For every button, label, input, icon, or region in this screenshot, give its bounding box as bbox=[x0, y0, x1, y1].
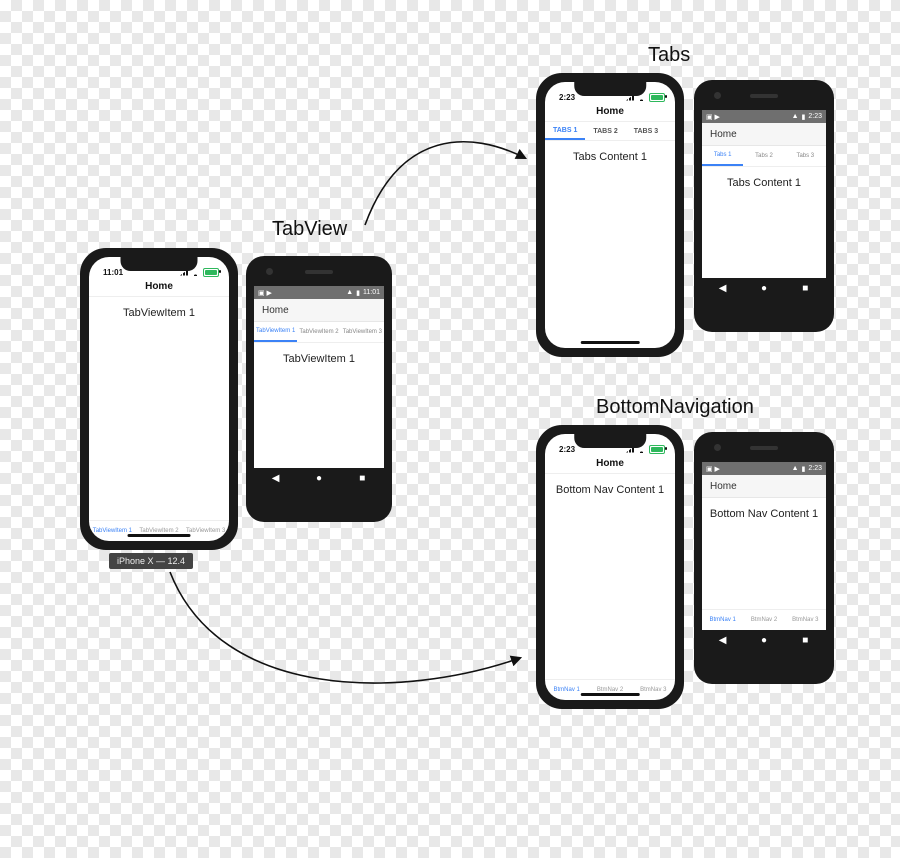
front-camera bbox=[714, 92, 721, 99]
bottomnav-content: Bottom Nav Content 1 bbox=[702, 498, 826, 609]
tab-item-2[interactable]: TabViewItem 2 bbox=[136, 521, 183, 541]
tab-item-2[interactable]: BtmNav 2 bbox=[588, 680, 631, 700]
battery-icon: ▮ bbox=[356, 289, 360, 297]
status-left: ▣ ▶ bbox=[258, 289, 272, 297]
battery-icon bbox=[649, 445, 665, 454]
iphone-bottomnav: 2:23 Home Bottom Nav Content 1 BtmNav 1 … bbox=[536, 425, 684, 709]
recent-button[interactable]: ■ bbox=[799, 635, 811, 646]
home-button[interactable]: ● bbox=[758, 635, 770, 646]
ios-time: 2:23 bbox=[559, 445, 575, 454]
tab-item-3[interactable]: BtmNav 3 bbox=[785, 610, 826, 630]
battery-icon: ▮ bbox=[802, 113, 806, 121]
tabs-android-tabs: Tabs 1 Tabs 2 Tabs 3 bbox=[702, 146, 826, 167]
android-tabview: ▣ ▶ ▲▮11:01 Home TabViewItem 1 TabViewIt… bbox=[246, 256, 392, 522]
bottomnav-content: Bottom Nav Content 1 bbox=[545, 474, 675, 679]
front-camera bbox=[714, 444, 721, 451]
arrow-to-bottomnav bbox=[170, 572, 520, 683]
tabview-android-tabs: TabViewItem 1 TabViewItem 2 TabViewItem … bbox=[254, 322, 384, 343]
tab-item-3[interactable]: Tabs 3 bbox=[785, 146, 826, 166]
back-button[interactable]: ◀ bbox=[717, 283, 729, 294]
recent-button[interactable]: ■ bbox=[356, 473, 368, 484]
iphone-tabs: 2:23 Home TABS 1 TABS 2 TABS 3 Tabs Cont… bbox=[536, 73, 684, 357]
tab-item-1[interactable]: TabViewItem 1 bbox=[254, 322, 297, 342]
android-statusbar: ▣ ▶ ▲▮11:01 bbox=[254, 286, 384, 299]
tab-item-1[interactable]: TABS 1 bbox=[545, 122, 585, 140]
tab-item-3[interactable]: BtmNav 3 bbox=[632, 680, 675, 700]
signal-icon: ▲ bbox=[346, 289, 353, 296]
earpiece bbox=[750, 94, 778, 98]
signal-icon: ▲ bbox=[792, 465, 799, 472]
section-label-tabview: TabView bbox=[272, 218, 347, 241]
ios-time: 2:23 bbox=[559, 93, 575, 102]
signal-icon: ▲ bbox=[792, 113, 799, 120]
bottomnav-ios-tabs: BtmNav 1 BtmNav 2 BtmNav 3 bbox=[545, 679, 675, 700]
android-time: 11:01 bbox=[363, 289, 380, 296]
notch bbox=[121, 257, 198, 271]
android-tabs: ▣ ▶ ▲▮2:23 Home Tabs 1 Tabs 2 Tabs 3 Tab… bbox=[694, 80, 834, 332]
ios-time: 11:01 bbox=[103, 268, 123, 277]
status-left: ▣ ▶ bbox=[706, 465, 720, 473]
tab-item-1[interactable]: TabViewItem 1 bbox=[89, 521, 136, 541]
android-time: 2:23 bbox=[808, 465, 822, 472]
battery-icon bbox=[203, 268, 219, 277]
tabview-content: TabViewItem 1 bbox=[89, 297, 229, 520]
tab-item-3[interactable]: TabViewItem 3 bbox=[341, 322, 384, 342]
appbar: Home bbox=[254, 299, 384, 322]
android-statusbar: ▣ ▶ ▲▮2:23 bbox=[702, 462, 826, 475]
android-bottomnav: ▣ ▶ ▲▮2:23 Home Bottom Nav Content 1 Btm… bbox=[694, 432, 834, 684]
status-left: ▣ ▶ bbox=[706, 113, 720, 121]
recent-button[interactable]: ■ bbox=[799, 283, 811, 294]
notch bbox=[574, 434, 646, 448]
tabview-content: TabViewItem 1 bbox=[254, 343, 384, 468]
android-navbar: ◀ ● ■ bbox=[702, 630, 826, 650]
home-button[interactable]: ● bbox=[313, 473, 325, 484]
home-indicator bbox=[581, 693, 640, 696]
earpiece bbox=[305, 270, 333, 274]
notch bbox=[574, 82, 646, 96]
tab-item-1[interactable]: Tabs 1 bbox=[702, 146, 743, 166]
home-indicator bbox=[128, 534, 191, 537]
nav-title: Home bbox=[89, 277, 229, 297]
section-label-bottomnav: BottomNavigation bbox=[596, 396, 754, 419]
tabs-content: Tabs Content 1 bbox=[545, 141, 675, 348]
tab-item-2[interactable]: Tabs 2 bbox=[743, 146, 784, 166]
tab-item-2[interactable]: TabViewItem 2 bbox=[297, 322, 340, 342]
android-statusbar: ▣ ▶ ▲▮2:23 bbox=[702, 110, 826, 123]
tabs-content: Tabs Content 1 bbox=[702, 167, 826, 278]
battery-icon bbox=[649, 93, 665, 102]
tab-item-3[interactable]: TabViewItem 3 bbox=[182, 521, 229, 541]
wifi-icon bbox=[191, 269, 200, 276]
appbar: Home bbox=[702, 123, 826, 146]
section-label-tabs: Tabs bbox=[648, 44, 690, 67]
home-button[interactable]: ● bbox=[758, 283, 770, 294]
android-navbar: ◀ ● ■ bbox=[702, 278, 826, 298]
android-time: 2:23 bbox=[808, 113, 822, 120]
device-label-iphone: iPhone X — 12.4 bbox=[109, 553, 193, 569]
battery-icon: ▮ bbox=[802, 465, 806, 473]
home-indicator bbox=[581, 341, 640, 344]
front-camera bbox=[266, 268, 273, 275]
tab-item-1[interactable]: BtmNav 1 bbox=[545, 680, 588, 700]
back-button[interactable]: ◀ bbox=[270, 473, 282, 484]
arrow-to-tabs bbox=[365, 142, 525, 225]
android-navbar: ◀ ● ■ bbox=[254, 468, 384, 488]
appbar: Home bbox=[702, 475, 826, 498]
tab-item-3[interactable]: TABS 3 bbox=[626, 122, 666, 140]
iphone-tabview: 11:01 Home TabViewItem 1 TabViewItem 1 T… bbox=[80, 248, 238, 550]
tab-item-1[interactable]: BtmNav 1 bbox=[702, 610, 743, 630]
earpiece bbox=[750, 446, 778, 450]
tab-item-2[interactable]: BtmNav 2 bbox=[743, 610, 784, 630]
tab-item-2[interactable]: TABS 2 bbox=[585, 122, 625, 140]
back-button[interactable]: ◀ bbox=[717, 635, 729, 646]
tabview-ios-tabs: TabViewItem 1 TabViewItem 2 TabViewItem … bbox=[89, 520, 229, 541]
bottomnav-android-tabs: BtmNav 1 BtmNav 2 BtmNav 3 bbox=[702, 609, 826, 630]
tabs-ios-tabs: TABS 1 TABS 2 TABS 3 bbox=[545, 122, 675, 141]
nav-title: Home bbox=[545, 454, 675, 474]
nav-title: Home bbox=[545, 102, 675, 122]
